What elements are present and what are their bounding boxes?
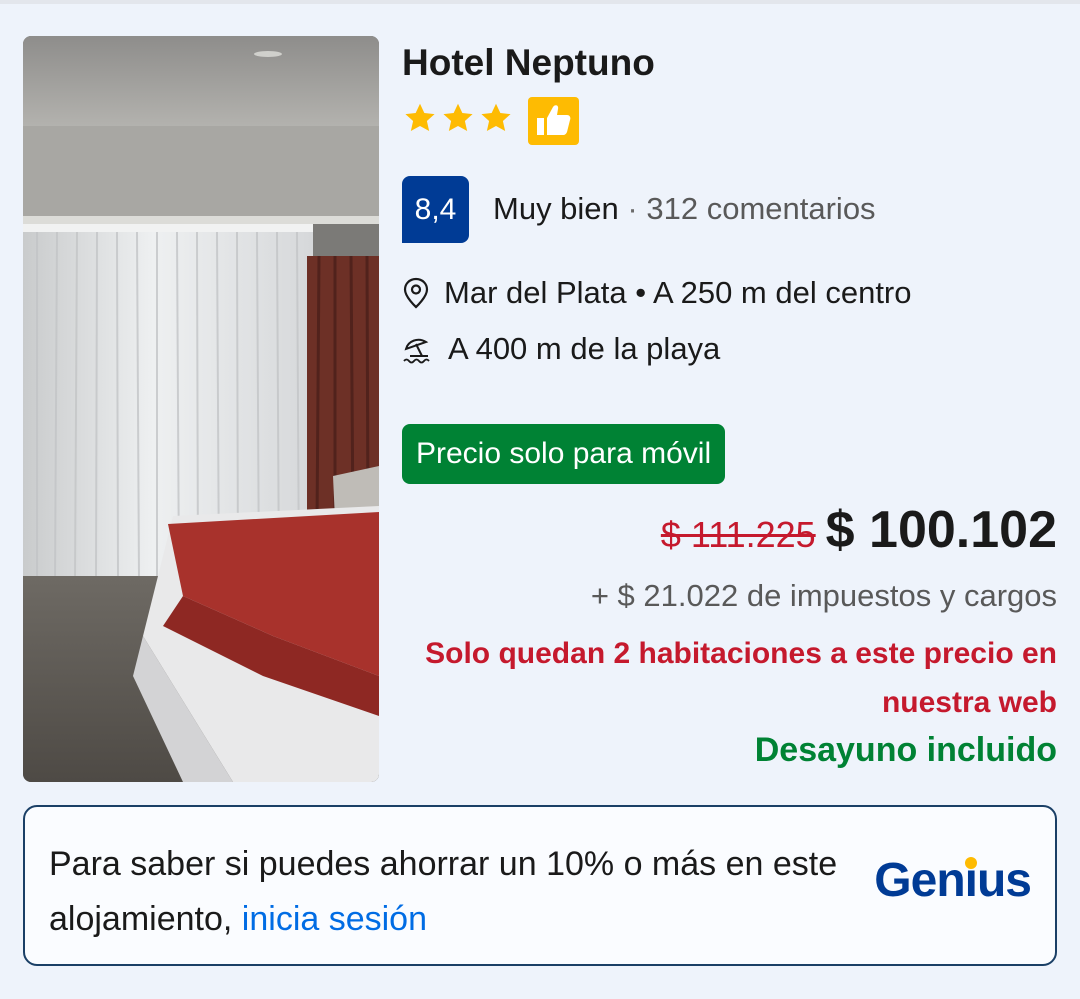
location-text: Mar del Plata • A 250 m del centro [444,275,912,310]
hotel-room-image [23,36,379,782]
star-icon [405,103,435,132]
hotel-photo[interactable] [23,36,379,782]
current-price: $ 100.102 [825,501,1057,559]
breakfast-included: Desayuno incluido [754,731,1057,769]
beach-distance: A 400 m de la playa [448,331,721,366]
genius-logo-dot [964,857,977,869]
genius-message: Para saber si puedes ahorrar un 10% o má… [49,837,839,947]
genius-text: Para saber si puedes ahorrar un 10% o má… [49,845,838,938]
mobile-price-badge: Precio solo para móvil [402,424,726,484]
taxes-and-fees: + $ 21.022 de impuestos y cargos [590,578,1057,613]
genius-signin-banner: Para saber si puedes ahorrar un 10% o má… [23,805,1057,966]
review-count: 312 comentarios [646,191,876,226]
original-price: $ 111.225 [660,514,816,555]
price-row: $ 111.225 $ 100.102 [661,500,1057,560]
star-icon [443,103,473,132]
availability-warning: Solo quedan 2 habitaciones a este precio… [425,637,1057,719]
top-divider [0,0,1080,4]
map-pin-icon [403,277,429,309]
score-label: Muy bien [493,191,619,226]
star-rating [402,98,514,138]
location-row[interactable]: Mar del Plata • A 250 m del centro [402,275,912,311]
sign-in-link[interactable]: inicia sesión [242,900,427,938]
thumbs-up-icon[interactable] [528,97,579,145]
review-summary[interactable]: Muy bien · 312 comentarios [493,191,876,227]
score-separator: · [627,191,638,226]
hotel-name[interactable]: Hotel Neptuno [402,42,655,84]
review-score-badge[interactable]: 8,4 [402,176,469,243]
star-icon [481,103,511,132]
beach-row: A 400 m de la playa [402,331,720,367]
genius-logo: Geni us [874,854,1032,907]
beach-icon [403,338,430,364]
